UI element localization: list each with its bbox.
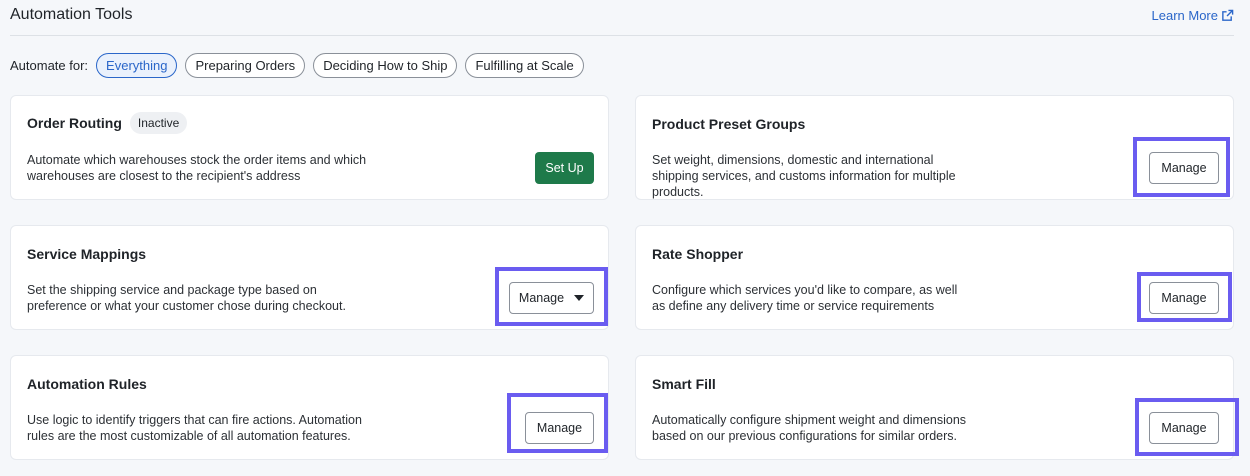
manage-dropdown-button[interactable]: Manage: [509, 282, 594, 314]
page-title: Automation Tools: [10, 6, 133, 23]
card-smart-fill: Smart Fill Automatically configure shipm…: [635, 355, 1234, 460]
manage-button[interactable]: Manage: [1149, 412, 1219, 444]
card-title: Service Mappings: [27, 246, 147, 262]
external-link-icon: [1222, 9, 1234, 21]
caret-down-icon: [574, 295, 585, 301]
manage-label: Manage: [518, 291, 565, 305]
set-up-button[interactable]: Set Up: [535, 152, 594, 184]
card-title: Order Routing: [27, 115, 122, 131]
card-title: Smart Fill: [652, 376, 716, 392]
card-description: Automatically configure shipment weight …: [652, 413, 967, 443]
card-title: Product Preset Groups: [652, 116, 806, 132]
manage-button[interactable]: Manage: [1149, 152, 1219, 184]
page-header: Automation Tools Learn More: [10, 0, 1234, 36]
card-product-preset-groups: Product Preset Groups Set weight, dimens…: [635, 95, 1234, 200]
card-description: Configure which services you'd like to c…: [652, 283, 958, 313]
card-description: Set the shipping service and package typ…: [27, 283, 346, 313]
card-title: Automation Rules: [27, 376, 147, 392]
card-title: Rate Shopper: [652, 246, 744, 262]
chip-deciding-how-to-ship[interactable]: Deciding How to Ship: [313, 53, 458, 78]
card-description: Set weight, dimensions, domestic and int…: [652, 153, 956, 199]
chip-fulfilling-at-scale[interactable]: Fulfilling at Scale: [465, 53, 584, 78]
card-order-routing: Order Routing Inactive Automate which wa…: [10, 95, 609, 200]
card-automation-rules: Automation Rules Use logic to identify t…: [10, 355, 609, 460]
filter-label: Automate for:: [10, 58, 89, 73]
learn-more-link[interactable]: Learn More: [1152, 8, 1234, 23]
card-rate-shopper: Rate Shopper Configure which services yo…: [635, 225, 1234, 330]
learn-more-label: Learn More: [1151, 8, 1218, 23]
chip-everything[interactable]: Everything: [96, 53, 178, 78]
automate-for-filter: Automate for: Everything Preparing Order…: [10, 53, 592, 78]
card-description: Automate which warehouses stock the orde…: [27, 153, 367, 183]
manage-button[interactable]: Manage: [525, 412, 594, 444]
status-badge: Inactive: [129, 112, 188, 134]
card-service-mappings: Service Mappings Set the shipping servic…: [10, 225, 609, 330]
chip-preparing-orders[interactable]: Preparing Orders: [185, 53, 306, 78]
card-description: Use logic to identify triggers that can …: [27, 413, 362, 443]
manage-button[interactable]: Manage: [1149, 282, 1219, 314]
